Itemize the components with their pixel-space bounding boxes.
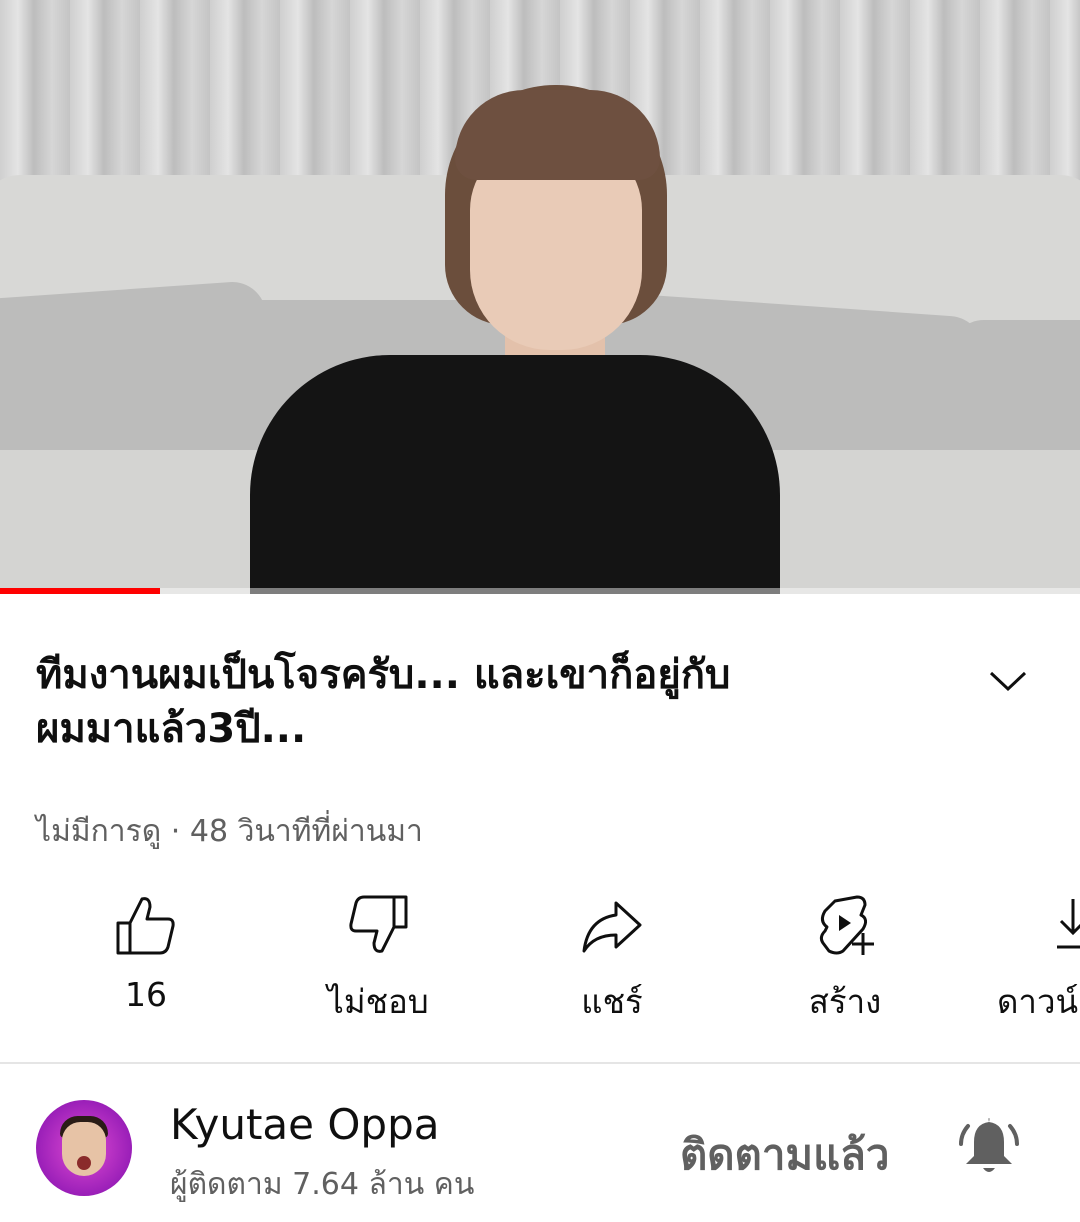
dislike-label: ไม่ชอบ xyxy=(327,982,429,1021)
divider xyxy=(0,1062,1080,1064)
share-label: แชร์ xyxy=(581,982,643,1021)
download-label: ดาวน์ xyxy=(997,982,1079,1021)
video-progress-bar[interactable] xyxy=(0,588,1080,594)
chevron-down-icon xyxy=(989,671,1027,692)
share-button[interactable]: แชร์ xyxy=(512,893,712,1033)
video-title-line2: ผมมาแล้ว3ปี... xyxy=(36,706,307,752)
video-person xyxy=(0,0,1080,594)
channel-name[interactable]: Kyutae Oppa xyxy=(170,1100,439,1149)
subscribed-button[interactable]: ติดตามแล้ว xyxy=(680,1122,890,1188)
download-icon xyxy=(1057,899,1080,949)
action-bar: 16 ไม่ชอบ แชร์ สร้าง ดาวน์ xyxy=(0,893,1080,1033)
video-progress-fill xyxy=(0,588,160,594)
notification-bell-button[interactable] xyxy=(958,1116,1020,1178)
like-icon xyxy=(116,897,175,955)
subscriber-count: ผู้ติดตาม 7.64 ล้าน คน xyxy=(170,1167,475,1202)
video-player[interactable] xyxy=(0,0,1080,594)
dislike-icon xyxy=(349,895,408,953)
share-icon xyxy=(582,901,642,953)
like-count: 16 xyxy=(125,975,167,1014)
video-title-line1: ทีมงานผมเป็นโจรครับ... และเขาก็อยู่กับ xyxy=(36,652,731,698)
download-button[interactable]: ดาวน์ xyxy=(985,893,1080,1033)
video-meta: ไม่มีการดู · 48 วินาทีที่ผ่านมา xyxy=(36,814,423,849)
create-label: สร้าง xyxy=(808,982,882,1021)
channel-avatar[interactable] xyxy=(36,1100,132,1196)
video-title[interactable]: ทีมงานผมเป็นโจรครับ... และเขาก็อยู่กับ ผ… xyxy=(36,648,916,756)
expand-description-button[interactable] xyxy=(982,655,1034,707)
bell-icon xyxy=(959,1118,1019,1172)
like-button[interactable]: 16 xyxy=(46,893,246,1033)
dislike-button[interactable]: ไม่ชอบ xyxy=(278,893,478,1033)
create-icon xyxy=(819,895,874,955)
create-button[interactable]: สร้าง xyxy=(745,893,945,1033)
